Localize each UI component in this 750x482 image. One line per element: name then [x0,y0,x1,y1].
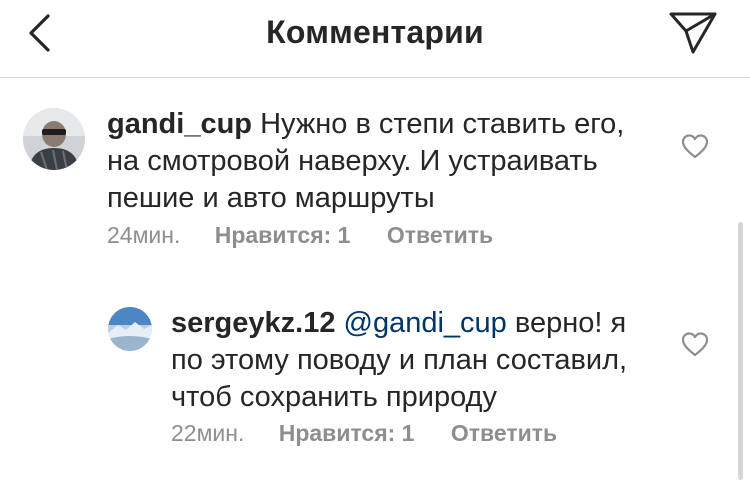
comment-time: 24мин. [107,222,181,248]
comment-meta: 22мин. Нравится: 1 Ответить [171,420,557,447]
comment-text: верно! я [514,307,627,339]
top-bar: Комментарии [0,0,750,78]
share-button[interactable] [668,10,718,56]
reply-button[interactable]: Ответить [451,420,557,446]
comment-time: 22мин. [171,420,245,446]
likes-count[interactable]: Нравится: 1 [279,420,415,446]
comment-line: по этому поводу и план составил, [171,344,628,376]
heart-icon [681,332,709,357]
user-photo-icon [108,307,152,351]
comment-line: на смотровой наверху. И устраивать [107,145,598,177]
mention-link[interactable]: @gandi_cup [344,307,507,339]
comment-username[interactable]: sergeykz.12 [171,307,335,339]
comment-item: sergeykz.12 @gandi_cup верно! я по этому… [0,300,750,460]
comment-body: gandi_cup Нужно в степи ставить его, на … [107,106,727,217]
page-title: Комментарии [266,14,484,50]
user-photo-icon [23,108,85,170]
avatar[interactable] [108,307,152,351]
heart-icon [681,134,709,159]
comment-text: Нужно в степи ставить его, [260,108,625,140]
avatar[interactable] [23,108,85,170]
comment-meta: 24мин. Нравится: 1 Ответить [107,222,493,249]
comment-username[interactable]: gandi_cup [107,108,252,140]
comment-line: gandi_cup Нужно в степи ставить его, [107,106,727,143]
comment-item: gandi_cup Нужно в степи ставить его, на … [0,100,750,260]
paper-plane-icon [669,12,717,54]
scrollbar[interactable] [738,222,743,480]
comment-line: чтоб сохранить природу [171,381,497,413]
reply-button[interactable]: Ответить [387,222,493,248]
like-button[interactable] [680,132,710,160]
comment-line: пешие и авто маршруты [107,182,435,214]
like-button[interactable] [680,330,710,358]
comment-line: sergeykz.12 @gandi_cup верно! я [171,305,691,342]
comment-body: sergeykz.12 @gandi_cup верно! я по этому… [171,305,691,416]
likes-count[interactable]: Нравится: 1 [215,222,351,248]
